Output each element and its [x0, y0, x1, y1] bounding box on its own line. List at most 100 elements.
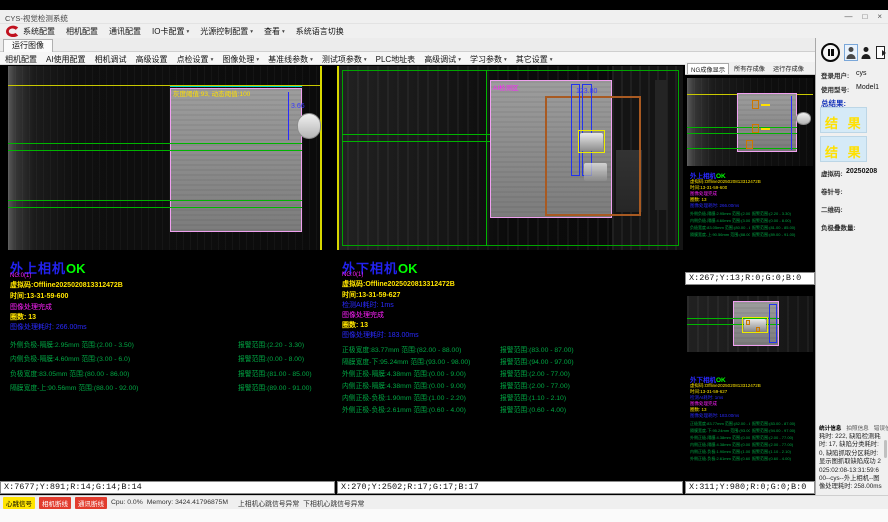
tool-test-params[interactable]: 测试项参数▾	[322, 54, 367, 65]
measure-row: 内侧正极-隔膜:4.38mm 范围:(0.00 - 9.00)	[690, 442, 750, 448]
info-tab-error[interactable]: 错误信息	[874, 424, 888, 432]
menu-view[interactable]: 查看▾	[264, 26, 285, 37]
overlay-green-hline	[687, 127, 797, 128]
alarm-range: 报警范围:(94.00 - 97.00)	[752, 428, 810, 434]
alarm-range: 报警范围:(0.00 - 8.00)	[238, 353, 304, 363]
tab-strip: 运行图像	[0, 38, 815, 52]
defect-box	[746, 320, 750, 325]
threshold-label: 灰度阈值:93, 动态阈值:100	[173, 88, 250, 98]
tool-other-settings[interactable]: 其它设置▾	[516, 54, 553, 65]
tool-image-process[interactable]: 图像处理▾	[222, 54, 259, 65]
barcode-line: 虚拟码:Offline2025020813312472B	[10, 280, 123, 290]
overlay-green-hline	[8, 143, 302, 144]
user-icon	[845, 45, 857, 60]
minimize-button[interactable]: —	[844, 12, 852, 21]
stats-scrollbar[interactable]	[884, 440, 887, 458]
preview-tab-run[interactable]: 运行存成像	[770, 63, 807, 74]
status-bar: 心跳信号 相机断线 通讯断线 Cpu: 0.0% Memory: 3424.41…	[0, 495, 888, 509]
info-tab-stats[interactable]: 统计信息	[819, 424, 841, 432]
time-line: 时间:13-31-59-600	[10, 291, 68, 301]
anode-count-label: 负极叠数量:	[821, 222, 856, 232]
measure-row: 外侧正极-隔膜:4.38mm 范围:(0.00 - 9.00)	[690, 435, 750, 441]
tool-plc-address[interactable]: PLC地址表	[376, 54, 416, 65]
menu-bar: 系统配置 相机配置 通讯配置 IO卡配置▾ 光源控制配置▾ 查看▾ 系统语言切换	[0, 24, 888, 38]
user-manage-button[interactable]	[860, 45, 872, 60]
alarm-range: 报警范围:(0.60 - 4.00)	[500, 404, 566, 414]
pause-button[interactable]	[821, 43, 840, 62]
overlay-cyan-hline	[170, 86, 302, 87]
tool-spot-check[interactable]: 点检设置▾	[177, 54, 214, 65]
measure-row: 内侧负极-隔膜:4.60mm 范围:(3.00 - 6.0)	[10, 353, 130, 363]
overlay-blue-measure-line	[288, 92, 289, 140]
tab-run-image[interactable]: 运行图像	[3, 39, 53, 52]
alarm-range: 报警范围:(81.00 - 85.00)	[752, 225, 810, 231]
login-user-button[interactable]	[844, 44, 858, 61]
close-button[interactable]: ×	[877, 12, 882, 21]
alarm-range: 报警范围:(89.00 - 91.00)	[238, 382, 312, 392]
chevron-down-icon: ▾	[310, 57, 313, 63]
coord-readout-preview-lower: X:311;Y:980;R:0;G:0;B:0	[685, 481, 815, 494]
tool-learning-params[interactable]: 学习参数▾	[470, 54, 507, 65]
alarm-range: 报警范围:(2.00 - 77.00)	[752, 442, 810, 448]
overlay-green-vline	[486, 70, 487, 246]
menu-system-config[interactable]: 系统配置	[23, 26, 55, 37]
heartbeat-badge: 心跳信号	[3, 497, 35, 509]
login-user-value: cys	[856, 70, 867, 77]
detected-feature	[580, 133, 603, 151]
alarm-range: 报警范围:(0.00 - 8.00)	[752, 218, 810, 224]
defect-box	[752, 124, 759, 133]
tool-camera-debug[interactable]: 相机调试	[95, 54, 127, 65]
chevron-down-icon: ▾	[458, 57, 461, 63]
preview-tab-strip: NG成像显示 所有存成像 运行存成像	[685, 62, 815, 75]
tool-advanced-debug[interactable]: 高级调试▾	[424, 54, 461, 65]
defect-box	[752, 100, 759, 109]
overlay-yellow-vline	[320, 66, 322, 250]
result-box-lower: 结 果	[820, 136, 867, 162]
info-tab-capture[interactable]: 拍照信息	[846, 424, 868, 432]
menu-language-switch[interactable]: 系统语言切换	[296, 26, 344, 37]
measure-row: 外侧负极-隔膜:2.95mm 范围:(2.00 - 3.50)	[690, 211, 750, 217]
time-line: 时间:13-31-59-627	[342, 290, 400, 300]
preview-tab-ng[interactable]: NG成像显示	[687, 63, 729, 74]
vcode-label: 虚拟码:	[821, 168, 843, 178]
measure-row: 外侧正极-负极:2.61mm 范围:(0.60 - 4.00)	[342, 404, 466, 414]
maximize-button[interactable]: □	[862, 12, 867, 21]
memory-usage: Memory: 3424.41796875M	[147, 499, 228, 506]
defect-tag	[761, 104, 770, 106]
menu-comm-config[interactable]: 通讯配置	[109, 26, 141, 37]
warning-lower-camera: 下相机心跳信号异常	[303, 498, 364, 508]
alarm-range: 报警范围:(81.00 - 85.00)	[238, 368, 312, 378]
qr-label: 二维码:	[821, 204, 843, 214]
chevron-down-icon: ▾	[250, 29, 253, 35]
user-dark-icon	[860, 45, 872, 60]
process-status: 图像处理完成	[342, 310, 384, 320]
tool-advanced-settings[interactable]: 高级设置	[136, 54, 168, 65]
menu-io-config[interactable]: IO卡配置▾	[152, 26, 189, 37]
ok-status: OK	[66, 261, 86, 276]
preview-tab-all[interactable]: 所有存成像	[731, 63, 768, 74]
process-time: 图像处理耗时: 183.00ms	[342, 330, 419, 340]
measure-row: 外侧正极-负极:2.61mm 范围:(0.60 - 4.00)	[690, 456, 750, 462]
menu-camera-config[interactable]: 相机配置	[66, 26, 98, 37]
alarm-range: 报警范围:(2.20 - 3.30)	[752, 211, 810, 217]
vcode-value: 20250208	[846, 168, 877, 175]
overlay-green-hline	[8, 207, 302, 208]
exit-button[interactable]	[874, 44, 888, 61]
measure-row: 外侧正极-隔膜:4.38mm 范围:(0.00 - 9.00)	[342, 368, 466, 378]
ng-count: NG:0(1)	[342, 272, 363, 278]
tool-ai-config[interactable]: AI使用配置	[46, 54, 86, 65]
result-box-upper: 结 果	[820, 107, 867, 133]
tool-baseline-params[interactable]: 基准线参数▾	[268, 54, 313, 65]
camera-status-badge: 相机断线	[39, 497, 71, 509]
process-status: 图像处理完成	[10, 302, 52, 312]
pin-label: 卷针号:	[821, 186, 843, 196]
overlay-green-hline	[8, 150, 302, 151]
tool-camera-config[interactable]: 相机配置	[5, 54, 37, 65]
menu-light-config[interactable]: 光源控制配置▾	[200, 26, 253, 37]
measure-row: 内侧负极-隔膜:4.60mm 范围:(3.00 - 6.0)	[690, 218, 750, 224]
measure-row: 正极宽度:83.77mm 范围:(82.00 - 88.00)	[342, 344, 461, 354]
alarm-range: 报警范围:(2.20 - 3.30)	[238, 339, 304, 349]
defect-tag	[761, 128, 770, 130]
alarm-range: 报警范围:(1.10 - 2.10)	[500, 392, 566, 402]
alarm-range: 报警范围:(83.00 - 87.00)	[500, 344, 574, 354]
